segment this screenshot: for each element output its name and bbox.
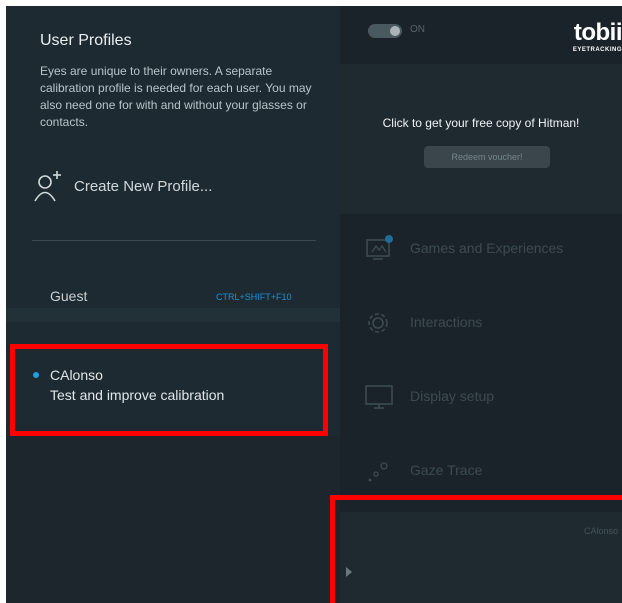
nav-label-interactions: Interactions — [410, 314, 483, 330]
nav-item-interactions[interactable]: Interactions — [340, 302, 622, 342]
gear-icon — [364, 308, 394, 338]
guest-shortcut: CTRL+SHIFT+F10 — [216, 292, 292, 302]
nav-item-display-setup[interactable]: Display setup — [340, 376, 622, 416]
toggle-knob — [390, 26, 400, 36]
current-user-label: CAlonso — [583, 526, 618, 536]
active-profile-name: CAlonso — [50, 367, 103, 383]
guest-profile-name: Guest — [50, 288, 88, 304]
promo-banner[interactable]: Click to get your free copy of Hitman! R… — [340, 64, 622, 214]
brand-subtitle: EYETRACKING — [572, 47, 622, 53]
profile-item-calonso[interactable]: CAlonso Test and improve calibration — [6, 360, 340, 412]
panel-title: User Profiles — [40, 32, 132, 49]
eye-tracking-toggle[interactable] — [368, 24, 402, 38]
expand-arrow-icon[interactable] — [346, 567, 352, 577]
user-profiles-panel: User Profiles Eyes are unique to their o… — [6, 6, 340, 603]
active-profile-indicator-icon — [33, 372, 39, 378]
improve-calibration-link[interactable]: Test and improve calibration — [50, 387, 224, 403]
main-content-panel: ON tobii EYETRACKING Click to get your f… — [340, 6, 622, 603]
bottom-status-bar: CAlonso — [340, 512, 622, 603]
divider — [32, 240, 316, 241]
games-icon — [364, 234, 394, 264]
toggle-label: ON — [410, 24, 425, 35]
nav-label-display-setup: Display setup — [410, 388, 495, 404]
redeem-voucher-button[interactable]: Redeem voucher! — [424, 146, 550, 168]
panel-bottom — [6, 436, 340, 603]
panel-description: Eyes are unique to their owners. A separ… — [40, 64, 312, 129]
brand-name: tobii — [573, 19, 622, 46]
tobii-logo: tobii EYETRACKING — [552, 20, 622, 56]
nav-item-games[interactable]: Games and Experiences — [340, 228, 622, 268]
nav-label-games: Games and Experiences — [410, 240, 564, 256]
monitor-icon — [364, 382, 394, 412]
create-new-profile-button[interactable]: Create New Profile... — [32, 166, 312, 206]
tobii-settings-window: User Profiles Eyes are unique to their o… — [6, 6, 622, 603]
nav-label-gaze-trace: Gaze Trace — [410, 462, 483, 478]
nav-item-gaze-trace[interactable]: Gaze Trace — [340, 450, 622, 490]
promo-text: Click to get your free copy of Hitman! — [382, 116, 580, 130]
divider-strip — [6, 308, 340, 322]
gaze-trace-icon — [364, 456, 394, 486]
create-profile-label: Create New Profile... — [74, 177, 213, 195]
add-user-icon — [32, 168, 66, 204]
